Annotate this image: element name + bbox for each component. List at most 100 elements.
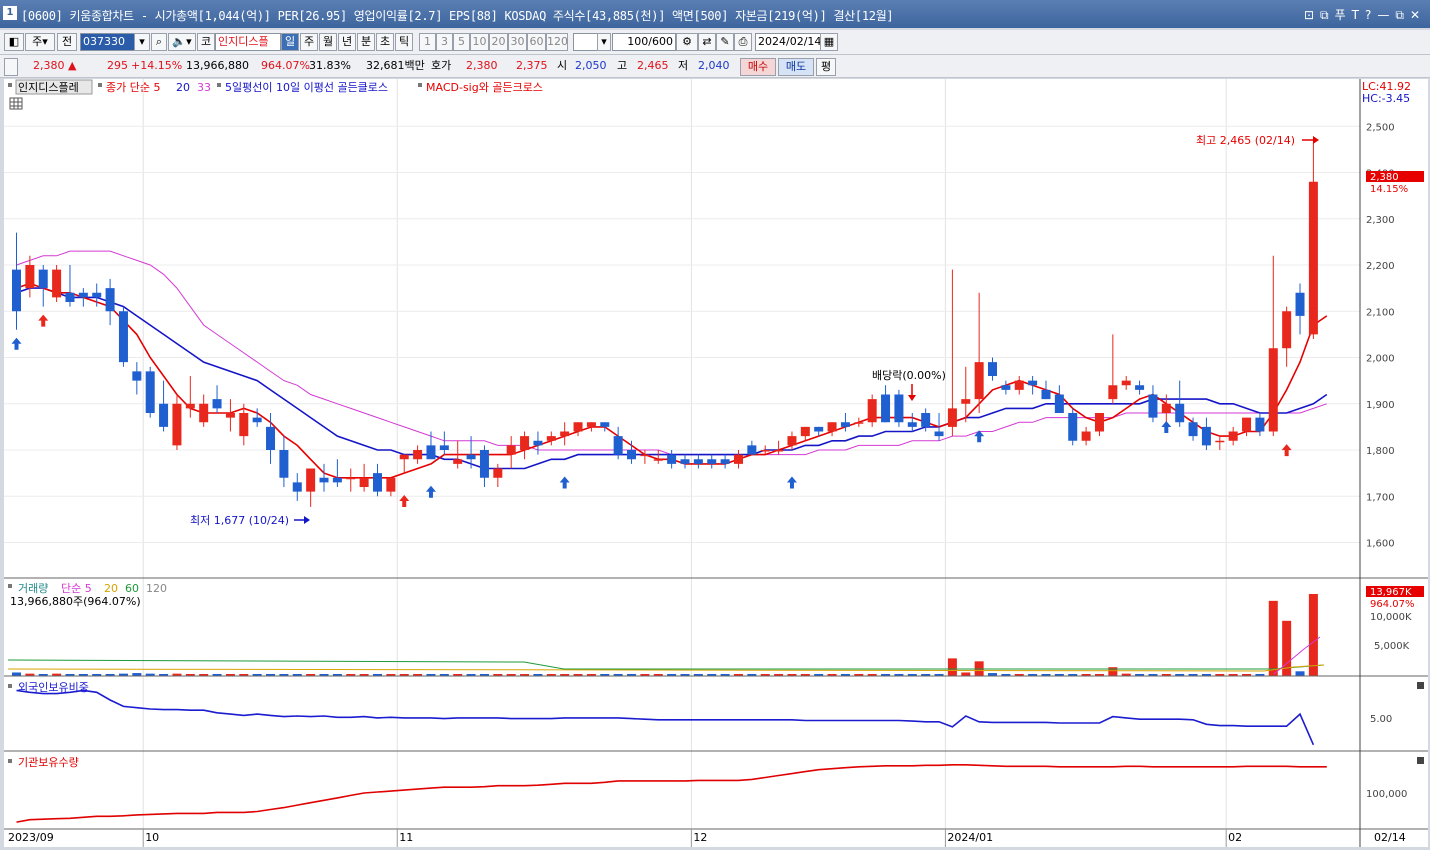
print-icon[interactable]: ⎙ — [734, 33, 752, 51]
candle-body[interactable] — [961, 399, 971, 404]
candle-body[interactable] — [212, 399, 222, 409]
layout-icon[interactable]: ◧ — [4, 33, 24, 51]
candle-body[interactable] — [439, 445, 449, 450]
candle-body[interactable] — [1188, 422, 1198, 437]
candle-body[interactable] — [1135, 385, 1145, 390]
help-icon[interactable]: ? — [1365, 8, 1377, 22]
candle-body[interactable] — [12, 269, 21, 312]
candle-body[interactable] — [413, 450, 423, 460]
volume-bar[interactable] — [1308, 594, 1318, 676]
candle-body[interactable] — [814, 426, 824, 432]
candle-body[interactable] — [199, 403, 209, 423]
candle-body[interactable] — [1282, 311, 1292, 349]
candle-body[interactable] — [105, 288, 115, 312]
candle-body[interactable] — [1081, 431, 1091, 441]
interval-10[interactable]: 10 — [470, 33, 489, 51]
candle-body[interactable] — [506, 445, 516, 455]
candle-body[interactable] — [840, 422, 850, 427]
candle-body[interactable] — [667, 454, 677, 464]
stock-name-field[interactable]: 인지디스플 — [215, 33, 281, 51]
text-icon[interactable]: T — [1352, 8, 1365, 22]
candle-body[interactable] — [894, 394, 904, 423]
candle-body[interactable] — [306, 468, 316, 492]
candle-body[interactable] — [1108, 385, 1118, 400]
tile-icon[interactable]: ⧉ — [1320, 8, 1335, 22]
candle-body[interactable] — [586, 422, 596, 427]
interval-20[interactable]: 20 — [489, 33, 508, 51]
draw-icon[interactable]: ✎ — [716, 33, 734, 51]
candle-body[interactable] — [613, 436, 623, 455]
sell-button[interactable]: 매도 — [778, 58, 814, 76]
candle-body[interactable] — [653, 459, 663, 461]
candle-body[interactable] — [239, 413, 249, 437]
candle-body[interactable] — [921, 413, 931, 427]
candle-body[interactable] — [774, 450, 784, 452]
interval-dropdown-icon[interactable]: ▾ — [597, 33, 611, 51]
minimize-icon[interactable]: — — [1377, 8, 1395, 22]
candle-body[interactable] — [52, 269, 62, 298]
candle-body[interactable] — [1161, 403, 1171, 413]
candle-body[interactable] — [854, 422, 864, 424]
timeframe-2[interactable]: 월 — [319, 33, 337, 51]
candle-body[interactable] — [560, 431, 570, 437]
chart-area[interactable]: 인지디스플레 종가 단순 5 20 33 5일평선이 10일 이평선 골든클로스… — [4, 79, 1428, 847]
candle-body[interactable] — [867, 399, 877, 423]
candle-body[interactable] — [346, 477, 356, 480]
buy-button[interactable]: 매수 — [740, 58, 776, 76]
candle-body[interactable] — [1175, 403, 1185, 423]
candle-body[interactable] — [38, 269, 48, 289]
candle-body[interactable] — [881, 394, 891, 423]
candle-body[interactable] — [1255, 417, 1265, 432]
candle-body[interactable] — [78, 292, 88, 298]
volume-bar[interactable] — [1295, 671, 1305, 676]
count-field[interactable]: 100/600 — [612, 33, 676, 51]
search-icon[interactable]: ⌕ — [151, 33, 167, 51]
candle-body[interactable] — [359, 477, 369, 487]
candle-body[interactable] — [520, 436, 530, 450]
candle-body[interactable] — [1268, 348, 1278, 432]
candle-body[interactable] — [185, 403, 195, 409]
candle-body[interactable] — [600, 422, 610, 427]
maximize-icon[interactable]: ⧉ — [1395, 8, 1410, 22]
candle-body[interactable] — [493, 468, 503, 478]
candle-body[interactable] — [1041, 389, 1051, 400]
candle-body[interactable] — [1068, 413, 1078, 441]
timeframe-4[interactable]: 분 — [357, 33, 375, 51]
candle-body[interactable] — [640, 454, 650, 457]
candle-body[interactable] — [118, 311, 128, 363]
code-input[interactable]: 037330 — [80, 33, 136, 51]
interval-3[interactable]: 3 — [436, 33, 453, 51]
market-prefix[interactable]: 코 — [197, 33, 215, 51]
interval-30[interactable]: 30 — [508, 33, 527, 51]
interval-custom-field[interactable] — [573, 33, 599, 51]
calendar-icon[interactable]: ▦ — [820, 33, 838, 51]
candle-body[interactable] — [319, 477, 329, 483]
interval-1[interactable]: 1 — [419, 33, 436, 51]
candle-body[interactable] — [573, 422, 583, 432]
timeframe-1[interactable]: 주 — [300, 33, 318, 51]
candle-body[interactable] — [693, 459, 703, 464]
interval-60[interactable]: 60 — [527, 33, 546, 51]
candle-body[interactable] — [974, 362, 984, 400]
volume-bar[interactable] — [12, 672, 21, 676]
candle-body[interactable] — [1001, 385, 1011, 390]
close-icon[interactable]: ✕ — [1410, 8, 1426, 22]
candle-body[interactable] — [252, 417, 262, 423]
candle-body[interactable] — [546, 436, 556, 441]
candle-body[interactable] — [533, 440, 543, 446]
candle-body[interactable] — [266, 426, 276, 450]
candle-body[interactable] — [1228, 431, 1238, 441]
volume-bar[interactable] — [961, 672, 971, 676]
candle-body[interactable] — [907, 422, 917, 427]
candle-body[interactable] — [372, 473, 382, 492]
candle-body[interactable] — [1054, 394, 1064, 414]
candle-body[interactable] — [947, 408, 957, 427]
candle-body[interactable] — [1121, 380, 1131, 386]
candle-body[interactable] — [1295, 292, 1305, 316]
candle-body[interactable] — [92, 292, 102, 298]
candle-body[interactable] — [747, 445, 757, 455]
interval-120[interactable]: 120 — [546, 33, 568, 51]
table-icon[interactable] — [9, 97, 23, 110]
candle-body[interactable] — [733, 454, 743, 464]
candle-body[interactable] — [225, 413, 235, 418]
